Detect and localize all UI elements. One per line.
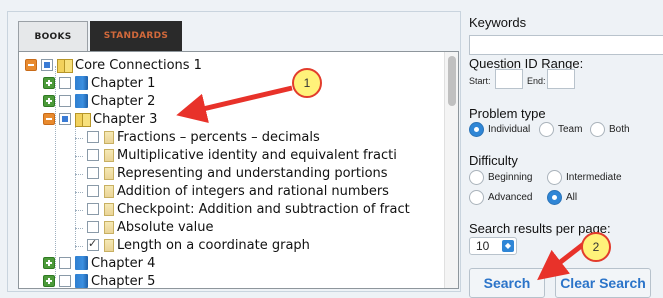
callout-2: 2 (581, 232, 611, 262)
callout-arrow-1 (176, 85, 293, 124)
callout-1: 1 (292, 68, 322, 98)
callout-arrow-2 (537, 241, 587, 281)
annotation-arrows (176, 85, 587, 281)
search-screen: BOOKS STANDARDS Core Connections 1 Chapt… (0, 0, 663, 298)
